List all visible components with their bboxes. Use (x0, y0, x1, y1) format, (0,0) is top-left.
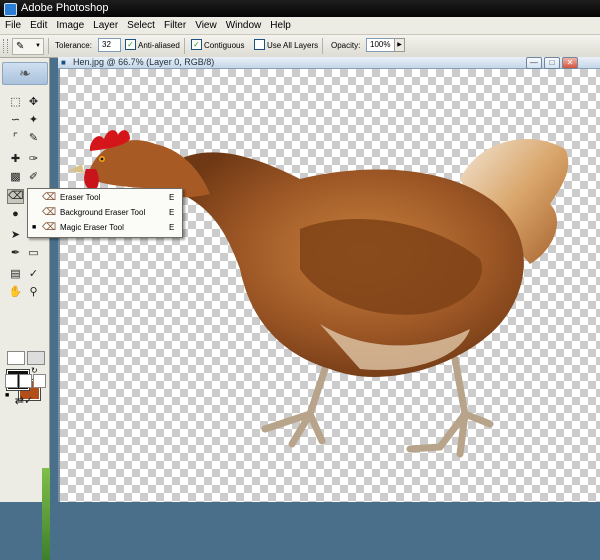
document-icon: ■ (61, 58, 66, 67)
menu-help[interactable]: Help (265, 17, 295, 32)
use-all-layers-label: Use All Layers (267, 41, 319, 50)
marquee-icon[interactable]: ⬚ (7, 95, 24, 110)
history-brush-icon[interactable]: ✐ (25, 170, 42, 185)
minimize-button[interactable]: — (526, 57, 542, 69)
quick-mask-mode-button[interactable] (27, 351, 45, 365)
close-button[interactable]: ✕ (562, 57, 578, 69)
hand-icon[interactable]: ✋ (7, 285, 24, 300)
desktop-background (42, 468, 50, 560)
zoom-icon[interactable]: ⚲ (25, 285, 42, 300)
eraser-icon[interactable]: ⌫ (7, 189, 24, 204)
tolerance-input[interactable]: 32 (98, 38, 121, 52)
menu-window[interactable]: Window (221, 17, 266, 32)
flyout-item-shortcut: E (169, 223, 175, 232)
healing-icon[interactable]: ✚ (7, 152, 24, 167)
contiguous-label: Contiguous (204, 41, 245, 50)
feather-icon[interactable]: ❧ (2, 62, 48, 85)
flyout-item-shortcut: E (169, 193, 175, 202)
options-bar: ✎ ▼ Tolerance: 32 ✓ Anti-aliased ✓ Conti… (0, 35, 600, 58)
opacity-label: Opacity: (331, 41, 361, 50)
menu-file[interactable]: File (0, 17, 25, 32)
eyedropper-icon[interactable]: ✓ (25, 267, 42, 282)
magic-eraser-icon: ✎ (16, 41, 25, 52)
standard-mode-button[interactable] (7, 351, 25, 365)
background-eraser-icon: ⌫ (42, 207, 57, 218)
options-bar-grip[interactable] (3, 39, 8, 53)
opacity-input[interactable]: 100% (366, 38, 396, 52)
menu-edit[interactable]: Edit (25, 17, 51, 32)
app-titlebar: Adobe Photoshop (0, 0, 600, 17)
menu-bar: File Edit Image Layer Select Filter View Window… (0, 17, 600, 35)
screen-mode-standard-button[interactable] (5, 374, 18, 388)
magic-eraser-icon: ⌫ (42, 222, 57, 233)
contiguous-checkbox[interactable]: ✓ (191, 39, 202, 50)
slice-icon[interactable]: ✎ (25, 131, 42, 146)
menu-filter[interactable]: Filter (159, 17, 190, 32)
menu-view[interactable]: View (190, 17, 221, 32)
menu-image[interactable]: Image (51, 17, 88, 32)
anti-aliased-label: Anti-aliased (138, 41, 180, 50)
screen-mode-full-button[interactable] (33, 374, 46, 388)
tool-preset-picker[interactable]: ✎ ▼ (12, 38, 44, 55)
brush-icon[interactable]: ✑ (25, 152, 42, 167)
toolbox: ❧ ⬚ ✥ ∽ ✦ ⌜ ✎ ✚ ✑ ▩ ✐ ⌫ ▩ ● ○ ➤ T ✒ ▭ ▤ … (0, 58, 50, 560)
flyout-item-label: Background Eraser Tool (60, 208, 146, 217)
anti-aliased-checkbox[interactable]: ✓ (125, 39, 136, 50)
crop-icon[interactable]: ⌜ (7, 131, 24, 146)
path-select-icon[interactable]: ➤ (7, 228, 24, 243)
image-canvas[interactable] (60, 69, 600, 502)
document-title: Hen.jpg @ 66.7% (Layer 0, RGB/8) (73, 57, 215, 67)
hen-image (68, 130, 569, 458)
tolerance-label: Tolerance: (55, 41, 92, 50)
flyout-item-magic-eraser-tool[interactable]: ■ ⌫ Magic Eraser Tool E (28, 220, 182, 235)
options-separator (322, 38, 323, 54)
pen-icon[interactable]: ✒ (7, 246, 24, 261)
notes-icon[interactable]: ▤ (7, 267, 24, 282)
flyout-item-background-eraser-tool[interactable]: ⌫ Background Eraser Tool E (28, 205, 182, 220)
options-separator (48, 38, 49, 54)
screen-mode-menu-button[interactable] (19, 374, 32, 388)
jump-to-imageready-icon[interactable]: ⇄✓ (7, 394, 41, 409)
blur-icon[interactable]: ● (7, 207, 24, 222)
eraser-icon: ⌫ (42, 192, 57, 203)
lasso-icon[interactable]: ∽ (7, 113, 24, 128)
chevron-down-icon: ▼ (35, 43, 41, 49)
flyout-item-eraser-tool[interactable]: ⌫ Eraser Tool E (28, 190, 182, 205)
flyout-item-label: Eraser Tool (60, 193, 101, 202)
options-separator (184, 38, 185, 54)
shape-icon[interactable]: ▭ (25, 246, 42, 261)
move-icon[interactable]: ✥ (25, 95, 42, 110)
use-all-layers-checkbox[interactable] (254, 39, 265, 50)
flyout-item-shortcut: E (169, 208, 175, 217)
document-titlebar: ■ Hen.jpg @ 66.7% (Layer 0, RGB/8) — □ ✕ (58, 57, 600, 69)
menu-select[interactable]: Select (122, 17, 159, 32)
stamp-icon[interactable]: ▩ (7, 170, 24, 185)
app-title: Adobe Photoshop (21, 2, 109, 14)
opacity-slider-toggle[interactable]: ▶ (394, 38, 405, 52)
maximize-button[interactable]: □ (544, 57, 560, 69)
selected-bullet-icon: ■ (32, 224, 37, 231)
photoshop-app-icon (4, 3, 17, 16)
menu-layer[interactable]: Layer (88, 17, 122, 32)
eraser-tool-flyout: ⌫ Eraser Tool E ⌫ Background Eraser Tool… (27, 188, 183, 238)
flyout-item-label: Magic Eraser Tool (60, 223, 124, 232)
magic-wand-icon[interactable]: ✦ (25, 113, 42, 128)
document-window: ■ Hen.jpg @ 66.7% (Layer 0, RGB/8) — □ ✕ (58, 57, 600, 502)
